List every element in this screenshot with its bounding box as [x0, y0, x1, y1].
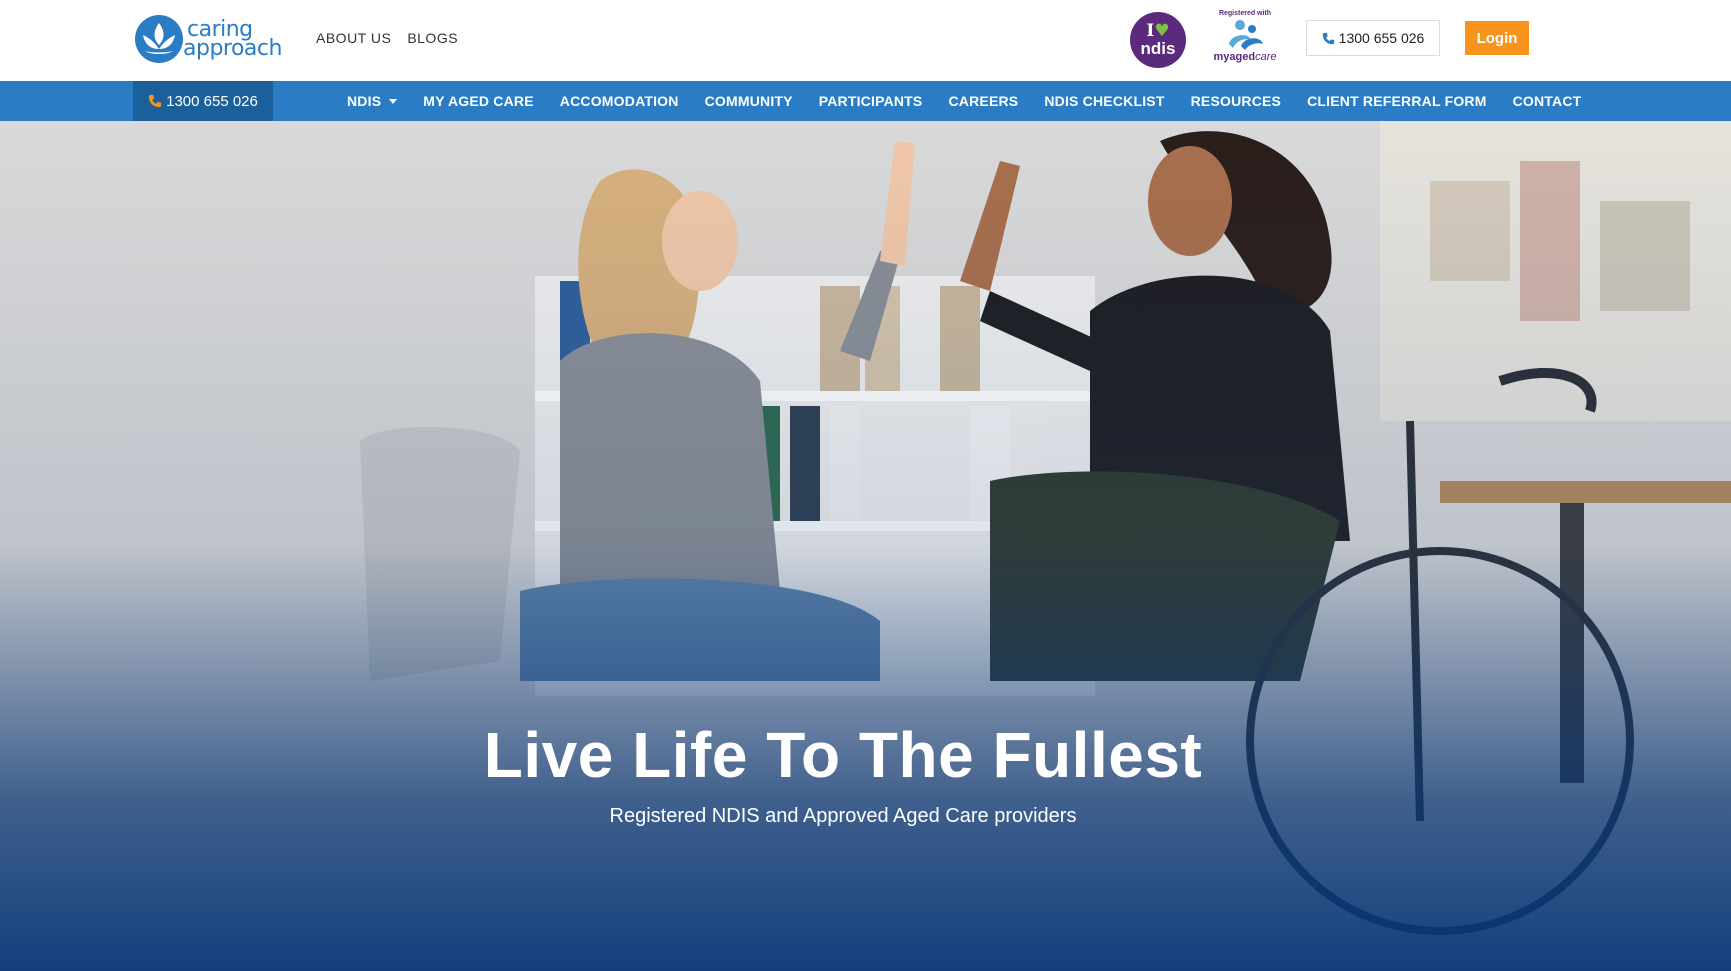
top-header: caring approach ABOUT US BLOGS I♥ ndis R…: [0, 0, 1731, 81]
header-phone-number: 1300 655 026: [1338, 30, 1425, 46]
top-links: ABOUT US BLOGS: [316, 30, 458, 46]
nav-phone-number: 1300 655 026: [166, 92, 258, 110]
brand-aged: aged: [1229, 51, 1256, 63]
header-phone-button[interactable]: 1300 655 026: [1306, 20, 1440, 56]
hero-section: Live Life To The Fullest Registered NDIS…: [0, 121, 1731, 971]
logo-line-2: approach: [183, 36, 282, 61]
nav-item-my-aged-care[interactable]: MY AGED CARE: [423, 93, 534, 109]
blogs-link[interactable]: BLOGS: [407, 30, 458, 46]
people-icon: [1229, 20, 1263, 50]
brand-my: my: [1213, 51, 1230, 63]
about-us-link[interactable]: ABOUT US: [316, 30, 391, 46]
logo-text: caring approach: [183, 19, 282, 60]
phone-icon: [148, 94, 162, 108]
lotus-logo-icon: [135, 15, 183, 63]
myagedcare-badge[interactable]: Registered with myagedcare: [1205, 10, 1285, 70]
hero-gradient-overlay: [0, 121, 1731, 971]
nav-item-contact[interactable]: CONTACT: [1513, 93, 1582, 109]
ndis-badge-text: ndis: [1140, 38, 1176, 58]
ndis-badge[interactable]: I♥ ndis: [1130, 12, 1186, 68]
nav-item-ndis-checklist[interactable]: NDIS CHECKLIST: [1044, 93, 1164, 109]
hero-subtitle: Registered NDIS and Approved Aged Care p…: [609, 805, 1077, 827]
phone-icon: [1322, 32, 1334, 44]
nav-item-client-referral-form[interactable]: CLIENT REFERRAL FORM: [1307, 93, 1487, 109]
nav-item-community[interactable]: COMMUNITY: [705, 93, 793, 109]
nav-item-ndis[interactable]: NDIS: [347, 93, 398, 109]
myagedcare-brand: myagedcare: [1205, 51, 1285, 63]
nav-item-participants[interactable]: PARTICIPANTS: [819, 93, 923, 109]
registered-with-label: Registered with: [1218, 10, 1272, 17]
nav-item-ndis-label: NDIS: [347, 93, 382, 109]
login-button[interactable]: Login: [1465, 21, 1529, 55]
caret-down-icon: [389, 98, 398, 104]
brand-care: care: [1255, 51, 1277, 63]
heart-icon: ♥: [1154, 20, 1170, 41]
ndis-badge-top: I♥: [1146, 20, 1170, 41]
nav-item-accomodation[interactable]: ACCOMODATION: [560, 93, 679, 109]
nav-menu: NDIS MY AGED CARE ACCOMODATION COMMUNITY…: [347, 81, 1581, 121]
caring-approach-logo[interactable]: caring approach: [133, 12, 293, 66]
nav-item-careers[interactable]: CAREERS: [948, 93, 1018, 109]
main-navbar: 1300 655 026 NDIS MY AGED CARE ACCOMODAT…: [0, 81, 1731, 121]
hero-title: Live Life To The Fullest: [483, 719, 1203, 791]
nav-item-resources[interactable]: RESOURCES: [1191, 93, 1281, 109]
nav-phone-button[interactable]: 1300 655 026: [133, 81, 273, 121]
